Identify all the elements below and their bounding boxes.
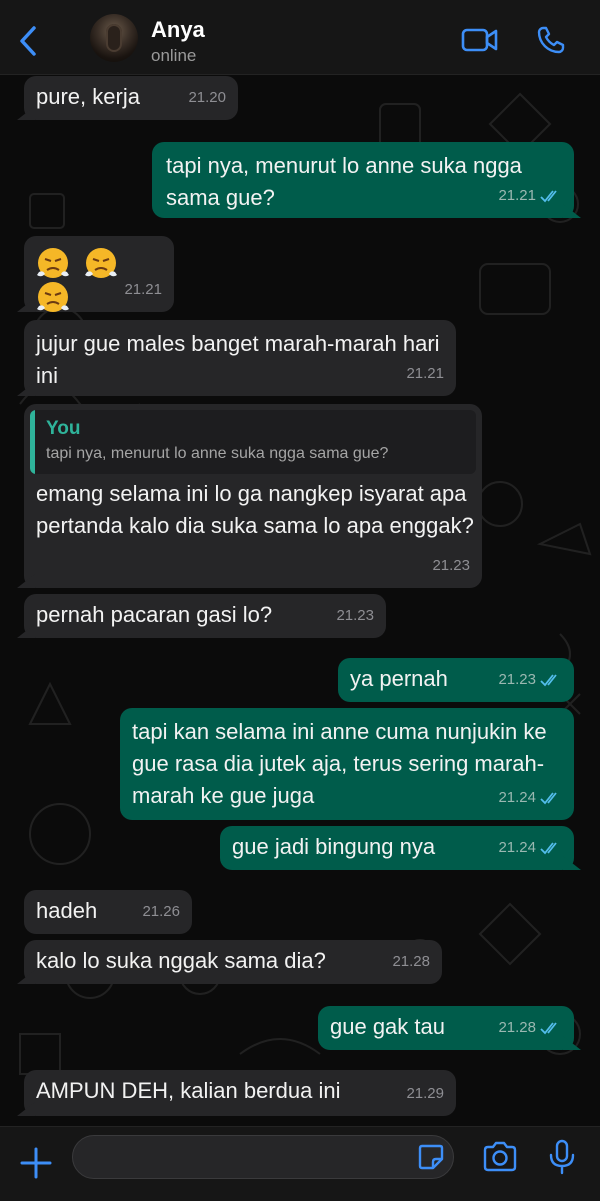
microphone-icon[interactable]: [548, 1139, 576, 1175]
plus-icon[interactable]: [18, 1145, 54, 1181]
message-outgoing[interactable]: gue jadi bingung nya 21.24: [220, 826, 574, 870]
sticker-icon[interactable]: [417, 1143, 445, 1171]
message-meta: 21.23: [498, 664, 562, 696]
message-time: 21.23: [432, 557, 470, 574]
message-incoming[interactable]: pernah pacaran gasi lo? 21.23: [24, 594, 386, 638]
contact-avatar[interactable]: [90, 14, 138, 62]
read-ticks-icon: [540, 674, 557, 687]
message-incoming-emoji[interactable]: 21.21: [24, 236, 174, 313]
chat-area[interactable]: pure, kerja 21.20 tapi nya, menurut lo a…: [0, 74, 600, 1126]
steam-face-emoji-icon: [37, 248, 69, 279]
message-meta: 21.24: [498, 832, 562, 864]
message-text: pernah pacaran gasi lo?: [36, 602, 273, 627]
message-outgoing[interactable]: tapi nya, menurut lo anne suka ngga sama…: [152, 142, 574, 218]
steam-face-emoji-icon: [37, 282, 69, 313]
read-ticks-icon: [540, 190, 557, 203]
quoted-text: tapi nya, menurut lo anne suka ngga sama…: [46, 445, 389, 462]
message-outgoing[interactable]: tapi kan selama ini anne cuma nunjukin k…: [120, 708, 574, 820]
read-ticks-icon: [540, 1022, 557, 1035]
message-time: 21.26: [142, 903, 180, 920]
contact-name[interactable]: Anya: [151, 17, 205, 43]
message-input[interactable]: [87, 1136, 411, 1180]
message-outgoing[interactable]: gue gak tau 21.28: [318, 1006, 574, 1050]
message-time: 21.21: [124, 281, 162, 298]
message-time: 21.28: [392, 953, 430, 970]
message-input-box[interactable]: [72, 1135, 454, 1180]
message-text: kalo lo suka nggak sama dia?: [36, 948, 326, 973]
chat-header: Anya online: [0, 0, 600, 75]
camera-icon[interactable]: [482, 1141, 518, 1173]
voice-call-icon[interactable]: [536, 25, 566, 55]
message-meta: 21.28: [498, 1012, 562, 1044]
message-time: 21.20: [188, 89, 226, 106]
message-time: 21.23: [336, 607, 374, 624]
message-time: 21.21: [406, 365, 444, 382]
back-chevron-icon[interactable]: [14, 24, 44, 58]
emoji-row: [36, 248, 126, 313]
video-call-icon[interactable]: [461, 26, 499, 54]
read-ticks-icon: [540, 792, 557, 805]
read-ticks-icon: [540, 842, 557, 855]
message-text: emang selama ini lo ga nangkep isyarat a…: [36, 481, 474, 538]
contact-status: online: [151, 46, 197, 65]
message-meta: 21.21: [498, 180, 562, 212]
message-incoming[interactable]: AMPUN DEH, kalian berdua ini 21.29: [24, 1070, 456, 1116]
steam-face-emoji-icon: [85, 248, 118, 279]
composer-bar: [0, 1126, 600, 1201]
message-meta: 21.24: [498, 782, 562, 814]
message-text: jujur gue males banget marah-marah hari …: [36, 331, 446, 388]
quoted-message[interactable]: You tapi nya, menurut lo anne suka ngga …: [30, 410, 476, 474]
message-text: AMPUN DEH, kalian berdua ini: [36, 1078, 341, 1103]
message-incoming[interactable]: jujur gue males banget marah-marah hari …: [24, 320, 456, 396]
message-incoming[interactable]: pure, kerja 21.20: [24, 76, 238, 120]
message-incoming[interactable]: hadeh 21.26: [24, 890, 192, 934]
message-incoming[interactable]: kalo lo suka nggak sama dia? 21.28: [24, 940, 442, 984]
quoted-sender: You: [46, 418, 81, 439]
message-incoming-reply[interactable]: You tapi nya, menurut lo anne suka ngga …: [24, 404, 482, 588]
message-outgoing[interactable]: ya pernah 21.23: [338, 658, 574, 702]
message-time: 21.29: [406, 1085, 444, 1102]
